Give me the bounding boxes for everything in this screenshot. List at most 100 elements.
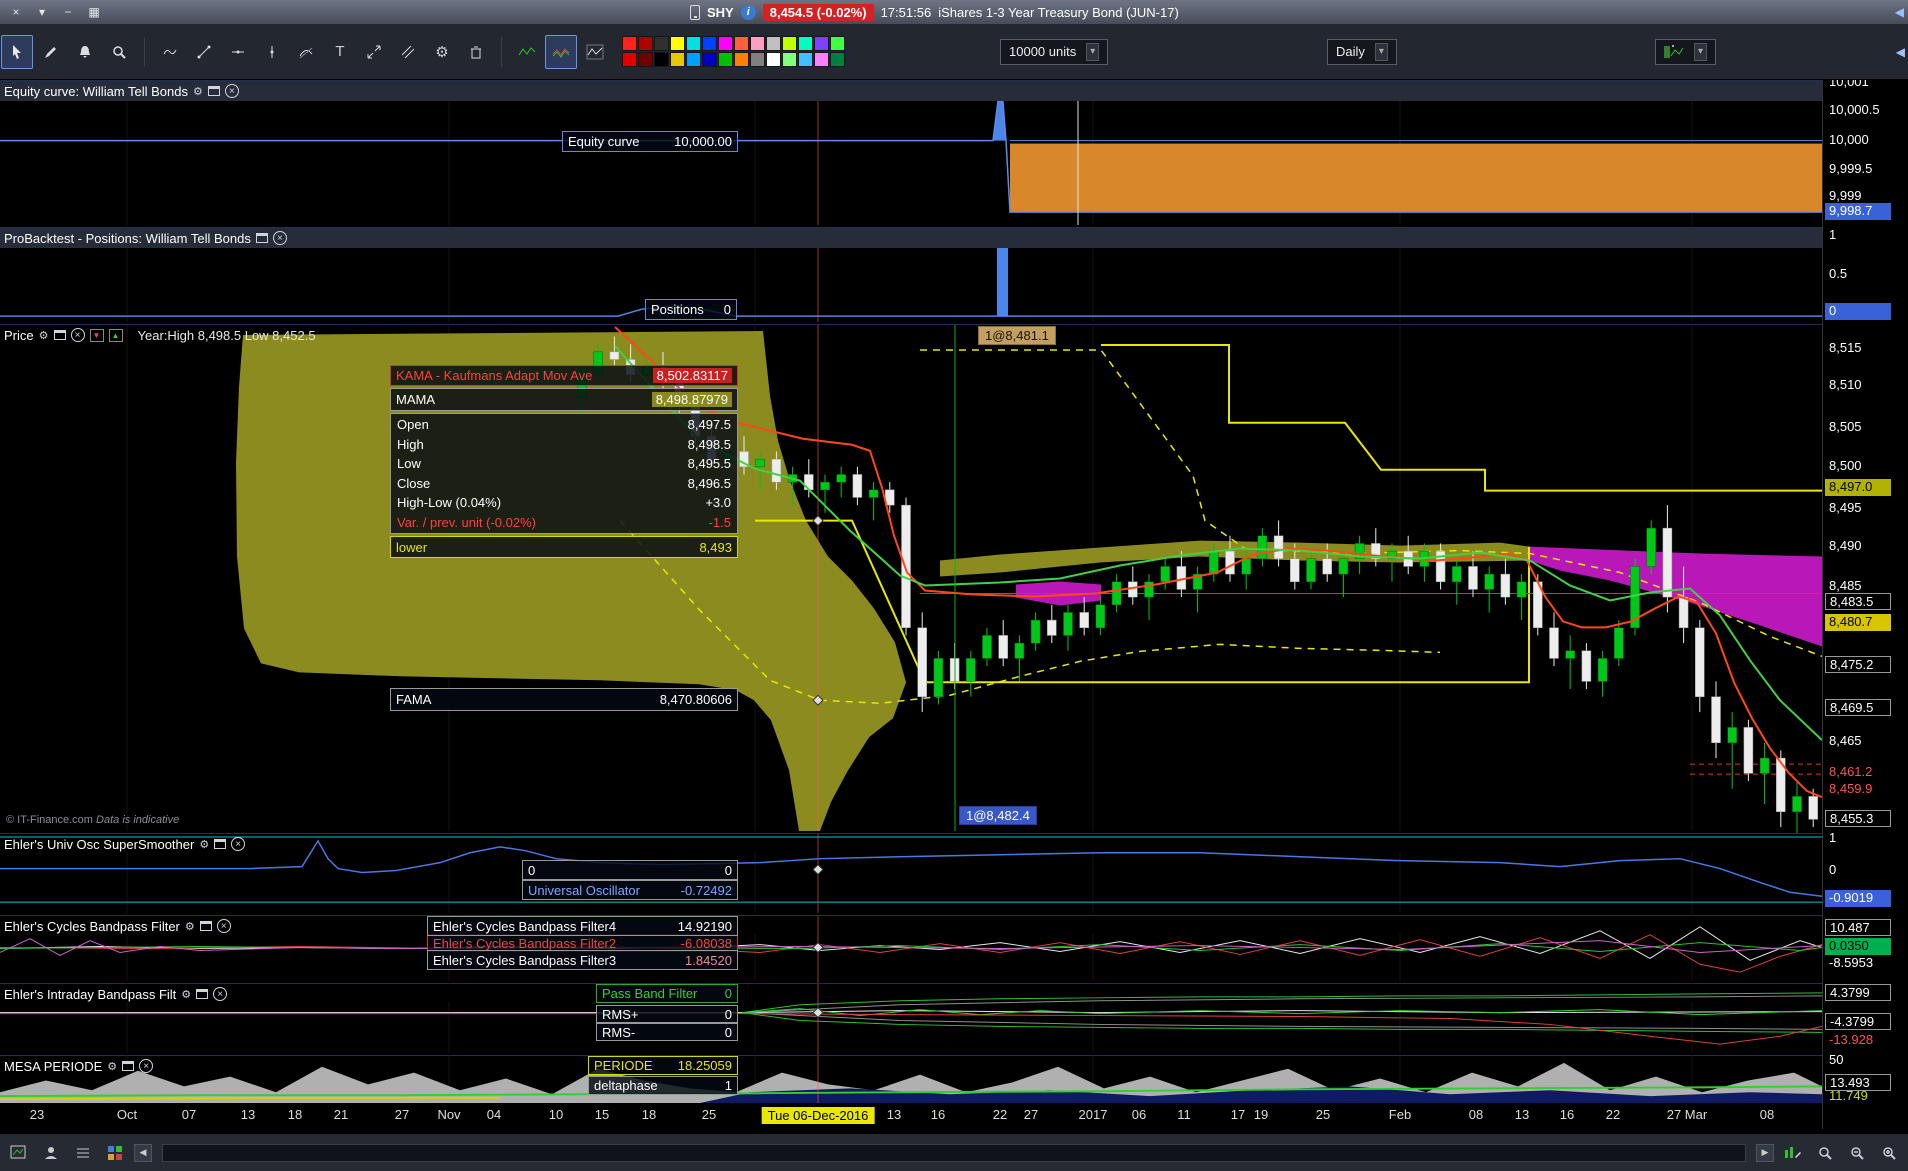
gear-icon[interactable]: ⚙	[39, 329, 49, 342]
color-swatch[interactable]	[830, 36, 845, 51]
color-swatch[interactable]	[782, 36, 797, 51]
close-panel-icon[interactable]: ×	[70, 328, 85, 342]
positions-label[interactable]: Positions 0	[645, 299, 737, 320]
color-swatch[interactable]	[670, 52, 685, 67]
color-swatch[interactable]	[798, 36, 813, 51]
color-swatch[interactable]	[686, 36, 701, 51]
new-chart-icon[interactable]	[6, 1140, 32, 1166]
scroll-left-button[interactable]: ◀	[134, 1143, 152, 1162]
color-swatch[interactable]	[670, 36, 685, 51]
color-swatch[interactable]	[814, 52, 829, 67]
cycles-filter3-label[interactable]: Ehler's Cycles Bandpass Filter3 1.84520	[427, 950, 738, 970]
gear-icon[interactable]: ⚙	[107, 1060, 117, 1073]
sell-arrow-button[interactable]: ▼	[89, 328, 104, 342]
trendline-tool-button[interactable]	[188, 35, 220, 69]
color-swatch[interactable]	[798, 52, 813, 67]
workspace-grid-icon[interactable]	[102, 1140, 128, 1166]
mama-label[interactable]: MAMA 8,498.87979	[390, 388, 738, 411]
color-swatch[interactable]	[622, 36, 637, 51]
color-swatch[interactable]	[638, 36, 653, 51]
color-swatch[interactable]	[734, 36, 749, 51]
detach-window-icon[interactable]	[122, 1061, 135, 1071]
color-swatch[interactable]	[750, 52, 765, 67]
price-axis[interactable]: 10,001 10,000.5 10,000 9,999.5 9,999 9,998.7 1…	[1822, 74, 1908, 1129]
gear-icon[interactable]: ⚙	[185, 920, 195, 933]
close-panel-icon[interactable]: ×	[213, 987, 228, 1001]
detach-window-icon[interactable]	[196, 989, 209, 999]
resize-tool-button[interactable]	[358, 35, 390, 69]
info-icon[interactable]: i	[740, 4, 756, 20]
parallel-lines-tool-button[interactable]	[392, 35, 424, 69]
trade-marker-bottom[interactable]: 1@8,482.4	[959, 806, 1037, 825]
zoom-in-icon[interactable]	[1876, 1140, 1902, 1166]
watchlist-icon[interactable]	[70, 1140, 96, 1166]
color-swatch[interactable]	[702, 52, 717, 67]
oscillator-zero-label[interactable]: 0 0	[522, 860, 738, 880]
gear-icon[interactable]: ⚙	[181, 988, 191, 1001]
close-window-icon[interactable]: ×	[6, 3, 26, 21]
buy-arrow-button[interactable]: ▲	[108, 328, 123, 342]
color-swatch[interactable]	[654, 52, 669, 67]
detach-window-icon[interactable]	[214, 839, 227, 849]
color-swatch[interactable]	[718, 36, 733, 51]
price-chart-canvas[interactable]	[0, 325, 1822, 833]
passband-filter-label[interactable]: Pass Band Filter 0	[596, 984, 738, 1003]
periode-label[interactable]: PERIODE 18.25059	[588, 1056, 738, 1075]
close-panel-icon[interactable]: ×	[139, 1059, 154, 1073]
close-panel-icon[interactable]: ×	[224, 84, 239, 98]
color-swatch[interactable]	[686, 52, 701, 67]
lower-band-label[interactable]: lower 8,493	[390, 536, 738, 558]
color-swatch[interactable]	[814, 36, 829, 51]
search-icon[interactable]	[1812, 1140, 1838, 1166]
rms-plus-label[interactable]: RMS+ 0	[596, 1005, 738, 1023]
vertical-line-tool-button[interactable]	[256, 35, 288, 69]
horizontal-line-tool-button[interactable]	[222, 35, 254, 69]
gear-icon[interactable]: ⚙	[193, 85, 203, 98]
zoom-tool-button[interactable]	[103, 35, 135, 69]
draw-tool-button[interactable]	[35, 35, 67, 69]
zoom-out-icon[interactable]	[1844, 1140, 1870, 1166]
rms-minus-label[interactable]: RMS- 0	[596, 1023, 738, 1041]
layout-grid-icon[interactable]: ▦	[84, 3, 104, 21]
color-swatch[interactable]	[718, 52, 733, 67]
fama-label[interactable]: FAMA 8,470.80606	[390, 688, 738, 711]
color-swatch[interactable]	[782, 52, 797, 67]
universal-oscillator-label[interactable]: Universal Oscillator -0.72492	[522, 880, 738, 900]
horizontal-scrollbar[interactable]	[162, 1143, 1746, 1162]
line-chart-type-button[interactable]	[511, 35, 543, 69]
color-swatch[interactable]	[750, 36, 765, 51]
settings-tool-button[interactable]: ⚙	[426, 35, 458, 69]
trade-marker-top[interactable]: 1@8,481.1	[978, 326, 1056, 345]
regression-tool-button[interactable]	[290, 35, 322, 69]
collapse-toolbar-icon[interactable]: ◀	[1896, 45, 1905, 59]
alerts-button[interactable]	[69, 35, 101, 69]
color-swatch[interactable]	[622, 52, 637, 67]
select-tool-button[interactable]	[1, 34, 33, 69]
close-panel-icon[interactable]: ×	[231, 837, 246, 851]
color-swatch[interactable]	[766, 52, 781, 67]
text-tool-button[interactable]: T	[324, 35, 356, 69]
candlestick-chart-type-button[interactable]	[545, 34, 577, 69]
minimize-icon[interactable]: −	[58, 3, 78, 21]
window-menu-icon[interactable]: ▾	[32, 3, 52, 21]
edit-chart-icon[interactable]	[1780, 1140, 1806, 1166]
account-icon[interactable]	[38, 1140, 64, 1166]
chart-style-dropdown[interactable]: ▾	[1655, 38, 1717, 65]
color-swatch[interactable]	[638, 52, 653, 67]
deltaphase-label[interactable]: deltaphase 1	[588, 1076, 738, 1095]
cycles-filter4-label[interactable]: Ehler's Cycles Bandpass Filter4 14.92190	[427, 916, 738, 936]
detach-window-icon[interactable]	[255, 233, 268, 243]
kama-label[interactable]: KAMA - Kaufmans Adapt Mov Ave 8,502.8311…	[390, 365, 738, 386]
time-axis[interactable]: 23 Oct 07 13 18 21 27 Nov 04 10 15 18 25 Tue 06-Dec-2…	[0, 1103, 1822, 1130]
timeframe-select[interactable]: Daily ▾	[1327, 38, 1397, 65]
detach-window-icon[interactable]	[207, 86, 220, 96]
gear-icon[interactable]: ⚙	[199, 838, 209, 851]
close-panel-icon[interactable]: ×	[216, 919, 231, 933]
indicator-chart-button[interactable]	[579, 35, 611, 69]
delete-tool-button[interactable]	[460, 35, 492, 69]
scroll-right-button[interactable]: ▶	[1756, 1143, 1774, 1162]
equity-curve-label[interactable]: Equity curve 10,000.00	[562, 131, 738, 152]
detach-window-icon[interactable]	[199, 921, 212, 931]
units-select[interactable]: 10000 units ▾	[1000, 38, 1109, 65]
freehand-tool-button[interactable]	[154, 35, 186, 69]
